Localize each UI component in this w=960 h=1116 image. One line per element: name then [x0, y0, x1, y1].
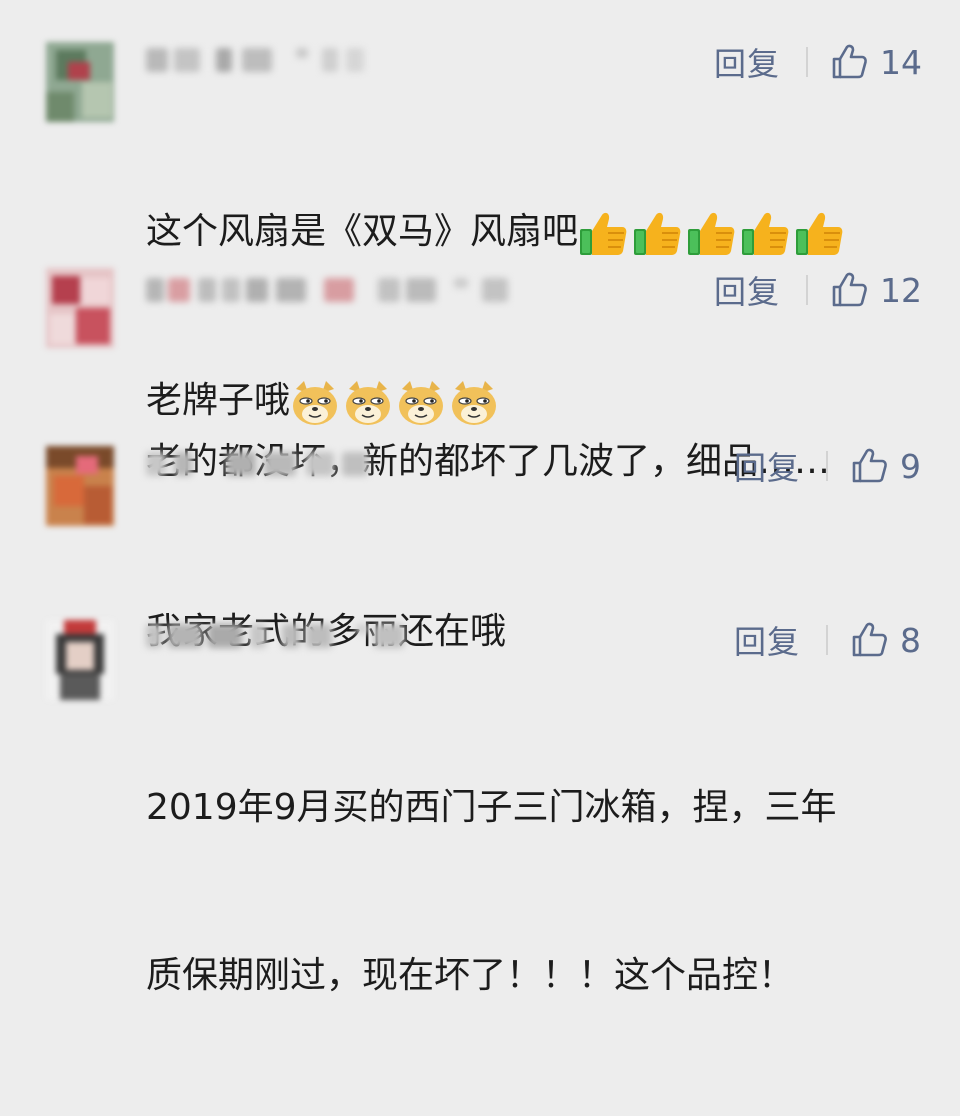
comment-text: 2019年9月买的西门子三门冰箱，捏，三年 质保期刚过，现在坏了！！！这个品控！ — [146, 668, 837, 1116]
thumbs-up-emoji-icon — [740, 211, 790, 257]
thumbs-up-emoji-icon — [632, 211, 682, 257]
like-count: 8 — [900, 620, 922, 660]
divider — [806, 275, 809, 305]
divider — [826, 451, 829, 481]
divider — [826, 625, 829, 655]
comment-actions: 回复 12 — [714, 268, 922, 312]
reply-button[interactable]: 回复 — [734, 443, 800, 489]
comment-line: 质保期刚过，现在坏了！！！这个品控！ — [146, 955, 795, 996]
reply-button[interactable]: 回复 — [714, 267, 780, 313]
like-icon[interactable] — [830, 271, 868, 309]
comment-actions: 回复 8 — [734, 618, 921, 662]
avatar[interactable] — [46, 268, 114, 348]
divider — [806, 47, 809, 77]
comment-line: 这个风扇是《双马》风扇吧 — [146, 204, 848, 261]
like-icon[interactable] — [850, 621, 888, 659]
username[interactable] — [146, 618, 426, 656]
like-count: 9 — [900, 446, 922, 486]
avatar[interactable] — [46, 446, 114, 526]
thumbs-up-emoji-row — [578, 205, 848, 261]
username[interactable] — [146, 272, 526, 310]
thumbs-up-emoji-icon — [578, 211, 628, 257]
username[interactable] — [146, 42, 376, 80]
username[interactable] — [146, 446, 386, 484]
reply-button[interactable]: 回复 — [714, 39, 780, 85]
avatar[interactable] — [46, 42, 114, 122]
thumbs-up-emoji-icon — [686, 211, 736, 257]
comment-line: 2019年9月买的西门子三门冰箱，捏，三年 — [146, 787, 837, 828]
like-count: 14 — [880, 42, 923, 82]
avatar[interactable] — [46, 620, 114, 700]
thumbs-up-emoji-icon — [794, 211, 844, 257]
comment-line-text: 这个风扇是《双马》风扇吧 — [146, 211, 579, 252]
like-icon[interactable] — [850, 447, 888, 485]
comment-actions: 回复 9 — [734, 444, 921, 488]
reply-button[interactable]: 回复 — [734, 617, 800, 663]
comment-actions: 回复 14 — [714, 40, 922, 84]
like-icon[interactable] — [830, 43, 868, 81]
like-count: 12 — [880, 270, 923, 310]
